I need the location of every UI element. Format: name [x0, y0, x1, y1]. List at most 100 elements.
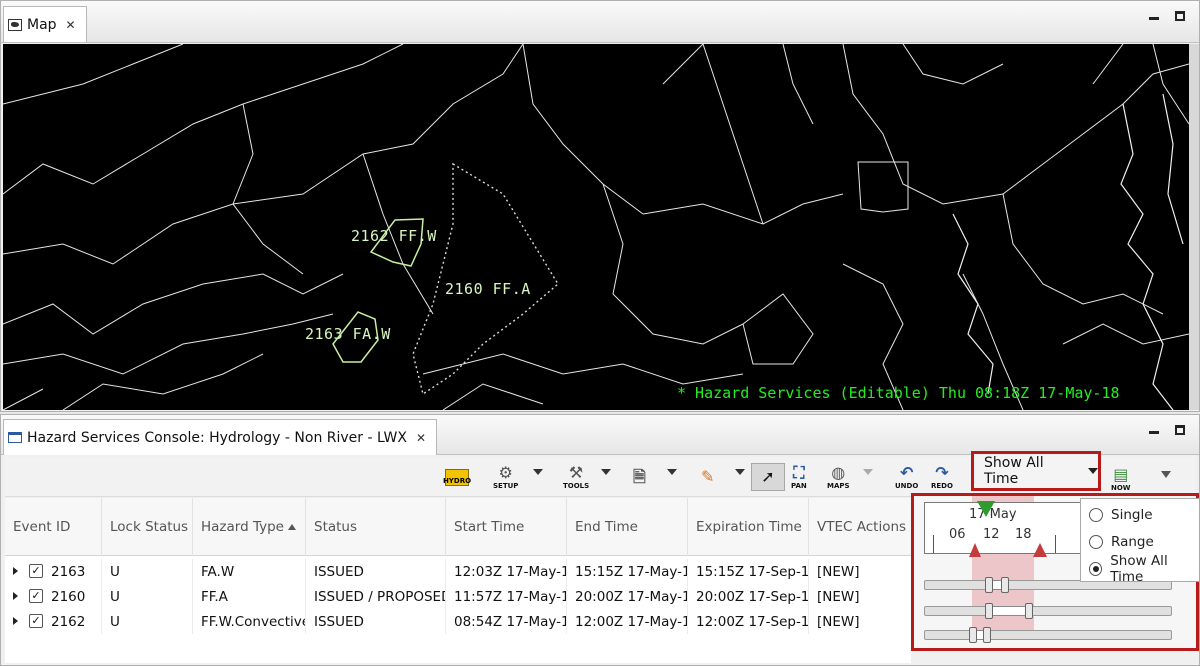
- col-status[interactable]: Status: [305, 498, 445, 556]
- slider-knob[interactable]: [1001, 577, 1009, 593]
- event-time-slider[interactable]: [924, 603, 1172, 619]
- draw-dropdown-arrow[interactable]: [735, 469, 745, 475]
- table-header: Event ID Lock Status Hazard Type Status …: [5, 498, 911, 556]
- hazard-label-2160[interactable]: 2160 FF.A: [445, 280, 531, 298]
- col-event-id[interactable]: Event ID: [5, 498, 101, 556]
- row-checkbox[interactable]: ✓: [29, 564, 43, 578]
- map-tab-title: Map: [27, 16, 57, 33]
- cell-type: FA.W: [192, 559, 305, 584]
- tools-dropdown-arrow[interactable]: [601, 469, 611, 475]
- event-time-slider[interactable]: [924, 627, 1172, 643]
- pointer-icon: ➚: [761, 467, 775, 486]
- select-button[interactable]: ➚: [751, 463, 785, 491]
- map-boundaries: [3, 44, 1189, 410]
- col-hazard-type-label: Hazard Type: [201, 519, 284, 535]
- setup-button[interactable]: ⚙ SETUP: [493, 461, 518, 493]
- hydro-icon: HYDRO: [442, 468, 472, 486]
- slider-knob[interactable]: [985, 577, 993, 593]
- timeframe-dropdown[interactable]: Show All Time: [971, 451, 1101, 491]
- gear-icon: ⚙: [498, 463, 513, 482]
- map-scrollbar[interactable]: [1189, 44, 1199, 410]
- option-label: Range: [1111, 534, 1154, 550]
- row-checkbox[interactable]: ✓: [29, 589, 43, 603]
- slider-knob[interactable]: [985, 603, 993, 619]
- setup-label: SETUP: [493, 482, 519, 490]
- col-end-time[interactable]: End Time: [566, 498, 687, 556]
- timeframe-label: Show All Time: [984, 455, 1044, 487]
- redo-button[interactable]: ↷ REDO: [931, 461, 953, 493]
- tools-button[interactable]: ⚒ TOOLS: [563, 461, 589, 493]
- col-lock-status[interactable]: Lock Status: [101, 498, 192, 556]
- slider-knob[interactable]: [969, 627, 977, 643]
- expand-icon[interactable]: [13, 592, 18, 600]
- map-tabbar: Map ✕: [1, 1, 1199, 43]
- option-range[interactable]: Range: [1089, 530, 1154, 554]
- col-expiration-time[interactable]: Expiration Time: [687, 498, 808, 556]
- col-start-time[interactable]: Start Time: [445, 498, 566, 556]
- cell-vtec: [NEW]: [808, 609, 911, 634]
- view-menu-icon[interactable]: [1161, 471, 1171, 478]
- radio-icon: [1089, 535, 1103, 549]
- tab-map[interactable]: Map ✕: [3, 6, 87, 42]
- range-end-handle[interactable]: [1033, 543, 1047, 557]
- undo-icon: ↶: [899, 463, 914, 482]
- cell-end: 20:00Z 17-May-18: [566, 584, 687, 609]
- expand-icon[interactable]: [13, 567, 18, 575]
- timeline-panel[interactable]: 17 May 06 12 18 Single Range Show All Ti…: [911, 493, 1200, 651]
- hydro-label: HYDRO: [442, 476, 472, 485]
- console-tab-title: Hazard Services Console: Hydrology - Non…: [27, 429, 407, 446]
- option-label: Show All Time: [1110, 553, 1168, 585]
- redo-label: REDO: [931, 482, 953, 490]
- minimize-icon[interactable]: [1149, 431, 1159, 434]
- cell-event-id: 2162: [51, 613, 86, 630]
- range-start-handle[interactable]: [969, 543, 981, 557]
- option-label: Single: [1111, 507, 1153, 523]
- console-icon: [8, 432, 22, 443]
- slider-knob[interactable]: [1025, 603, 1033, 619]
- col-vtec-actions[interactable]: VTEC Actions: [808, 498, 911, 556]
- maximize-icon[interactable]: [1175, 425, 1185, 435]
- cell-lock: U: [101, 609, 192, 634]
- undo-label: UNDO: [895, 482, 919, 490]
- product-dropdown-arrow[interactable]: [667, 469, 677, 475]
- draw-button[interactable]: ✎: [701, 461, 714, 493]
- map-view: Map ✕ 2162 FF.W 2160 FF.A 2163 FA.W * Ha…: [0, 0, 1200, 412]
- cell-start: 11:57Z 17-May-18: [445, 584, 566, 609]
- expand-icon[interactable]: [13, 617, 18, 625]
- timeline-scale[interactable]: 17 May 06 12 18: [924, 501, 1084, 557]
- now-button[interactable]: ▤ NOW: [1111, 463, 1131, 495]
- current-time-marker[interactable]: [977, 501, 995, 517]
- product-button[interactable]: 🗎: [633, 461, 646, 493]
- slider-knob[interactable]: [983, 627, 991, 643]
- col-hazard-type[interactable]: Hazard Type: [192, 498, 305, 556]
- option-single[interactable]: Single: [1089, 503, 1153, 527]
- table-row[interactable]: ✓ 2160 U FF.A ISSUED / PROPOSED 11:57Z 1…: [5, 584, 911, 609]
- event-table: Event ID Lock Status Hazard Type Status …: [5, 498, 911, 663]
- cell-status: ISSUED: [305, 609, 445, 634]
- map-canvas[interactable]: 2162 FF.W 2160 FF.A 2163 FA.W * Hazard S…: [3, 44, 1189, 410]
- table-row[interactable]: ✓ 2163 U FA.W ISSUED 12:03Z 17-May-18 15…: [5, 559, 911, 584]
- hazard-label-2163[interactable]: 2163 FA.W: [305, 325, 391, 343]
- minimize-icon[interactable]: [1149, 17, 1159, 20]
- pan-button[interactable]: ⛶ PAN: [791, 461, 807, 493]
- chevron-down-icon: [1088, 468, 1098, 474]
- close-icon[interactable]: ✕: [416, 431, 426, 445]
- maps-button[interactable]: ◍ MAPS: [827, 461, 850, 493]
- table-row[interactable]: ✓ 2162 U FF.W.Convective ISSUED 08:54Z 1…: [5, 609, 911, 634]
- maximize-icon[interactable]: [1175, 11, 1185, 21]
- setup-dropdown-arrow[interactable]: [533, 469, 543, 475]
- tools-label: TOOLS: [563, 482, 590, 490]
- map-status-text: * Hazard Services (Editable) Thu 08:18Z …: [677, 384, 1120, 402]
- hydro-button[interactable]: HYDRO: [442, 461, 472, 493]
- option-show-all-time[interactable]: Show All Time: [1089, 553, 1199, 585]
- console-window-controls: [1149, 425, 1185, 435]
- cell-expiration: 12:00Z 17-Sep-18: [687, 609, 808, 634]
- hazard-label-2162[interactable]: 2162 FF.W: [351, 227, 437, 245]
- timeline-hour: 18: [1015, 527, 1032, 542]
- maps-dropdown-arrow[interactable]: [863, 469, 873, 475]
- tab-console[interactable]: Hazard Services Console: Hydrology - Non…: [3, 419, 437, 455]
- row-checkbox[interactable]: ✓: [29, 614, 43, 628]
- cell-event-id: 2163: [51, 563, 86, 580]
- close-icon[interactable]: ✕: [66, 18, 76, 32]
- undo-button[interactable]: ↶ UNDO: [895, 461, 918, 493]
